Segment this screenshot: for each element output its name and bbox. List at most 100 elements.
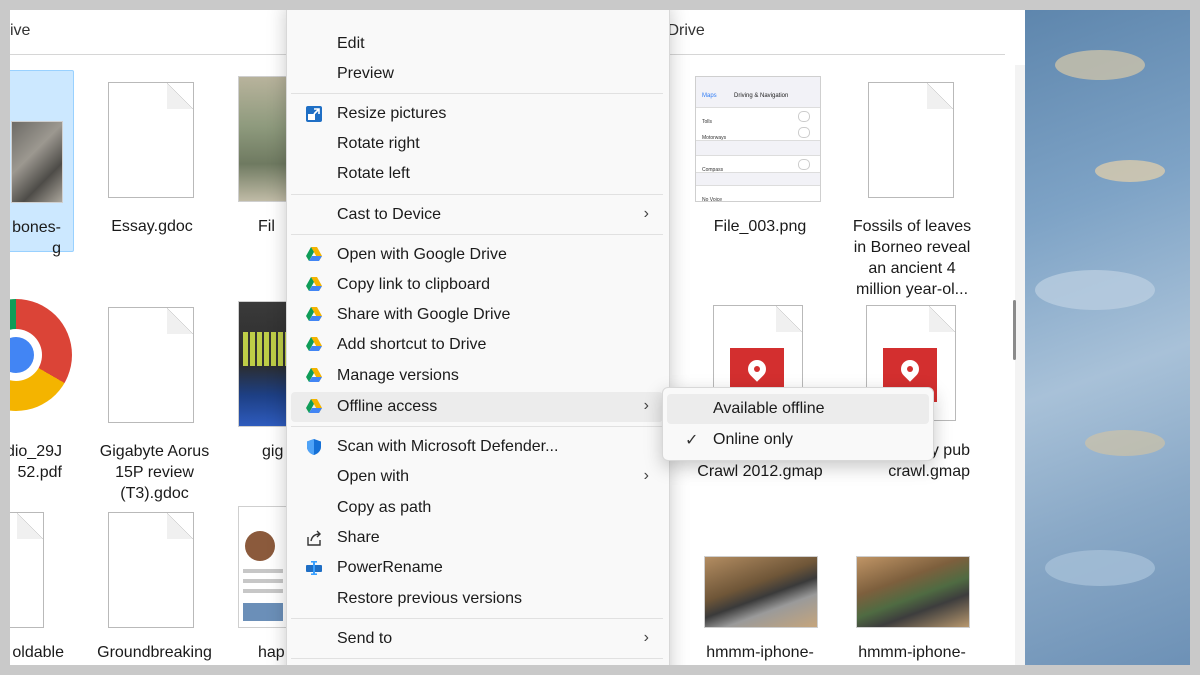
menu-separator [291, 658, 663, 659]
menu-item-preview[interactable]: Preview [291, 59, 663, 89]
menu-item-open-with[interactable]: Open with › [291, 462, 663, 492]
google-drive-icon [305, 246, 323, 264]
thumb-row: Motorways [702, 135, 727, 141]
doc-icon [108, 307, 194, 423]
thumb-row: Compass [702, 167, 724, 173]
checkmark-icon: ✓ [685, 432, 699, 449]
desktop-wallpaper [1025, 10, 1190, 665]
file-name: oldable he [12, 644, 64, 661]
menu-item-copy-as-path[interactable]: Copy as path [291, 493, 663, 523]
thumb-row: No Voice [702, 197, 723, 202]
google-drive-icon [305, 336, 323, 354]
menu-item-label: Open with [337, 468, 410, 485]
chevron-right-icon: › [643, 397, 649, 414]
file-item[interactable]: Groundbreaking study provides [92, 500, 217, 665]
menu-item-label: Edit [337, 35, 365, 52]
menu-separator [291, 618, 663, 619]
file-item[interactable]: bones- g [10, 70, 74, 257]
offline-access-submenu: Available offline ✓ Online only [662, 387, 934, 461]
thumb-back-label: Maps [702, 93, 717, 99]
submenu-item-available-offline[interactable]: Available offline [667, 394, 929, 424]
file-item[interactable]: hmmm-iphone- 2.jpg [842, 500, 982, 665]
menu-item-label: Offline access [337, 398, 438, 415]
menu-item-label: Share [337, 529, 380, 546]
menu-item-cast-to-device[interactable]: Cast to Device › [291, 200, 663, 230]
menu-item-edit[interactable]: Edit [291, 29, 663, 59]
scrollbar-thumb[interactable] [1013, 300, 1016, 360]
file-item[interactable]: hmmm-iphone- 1.jpg [690, 500, 830, 665]
photo-thumbnail [11, 121, 63, 203]
file-item[interactable]: Fossils of leaves in Borneo reveal an an… [842, 70, 982, 300]
doc-icon [868, 82, 954, 198]
file-item[interactable]: Maps Driving & Navigation Tolls Motorway… [690, 70, 830, 250]
file-item[interactable]: Fil [230, 70, 288, 250]
file-name: hmmm-iphone- 2.jpg [858, 644, 966, 661]
menu-item-rotate-left[interactable]: Rotate left [291, 159, 663, 189]
file-item[interactable]: dio_29J 52.pdf [10, 295, 80, 495]
menu-separator [291, 194, 663, 195]
submenu-item-label: Online only [713, 431, 794, 448]
menu-item-send-to[interactable]: Send to › [291, 624, 663, 654]
chevron-right-icon: › [643, 205, 649, 222]
menu-item-powerrename[interactable]: PowerRename [291, 553, 663, 583]
file-name: dio_29J 52.pdf [10, 443, 62, 481]
menu-item-add-shortcut[interactable]: Add shortcut to Drive [291, 330, 663, 360]
menu-item-restore-previous-versions[interactable]: Restore previous versions [291, 584, 663, 614]
doc-icon [108, 512, 194, 628]
file-item[interactable]: gig [230, 295, 288, 475]
photo-thumbnail [238, 301, 288, 427]
file-item[interactable]: Essay.gdoc [92, 70, 212, 250]
powerrename-icon [305, 559, 323, 577]
photo-thumbnail [238, 506, 288, 628]
menu-item-label: Send to [337, 630, 393, 647]
vertical-scrollbar[interactable] [1015, 65, 1025, 665]
file-item[interactable]: Gigabyte Aorus 15P review (T3).gdoc [92, 295, 217, 505]
menu-item-copy-link[interactable]: Copy link to clipboard [291, 270, 663, 300]
menu-separator [291, 234, 663, 235]
menu-item-share-with-google-drive[interactable]: Share with Google Drive [291, 300, 663, 330]
file-name: File_003.png [713, 218, 807, 235]
file-item[interactable]: oldable he [10, 500, 80, 665]
menu-item-label: Resize pictures [337, 105, 447, 122]
menu-separator [291, 93, 663, 94]
menu-item-rotate-right[interactable]: Rotate right [291, 129, 663, 159]
file-name: hmmm-iphone- 1.jpg [706, 644, 814, 661]
photo-thumbnail [238, 76, 288, 202]
menu-item-label: Rotate right [337, 135, 420, 152]
google-drive-icon [305, 398, 323, 416]
thumb-title: Driving & Navigation [734, 93, 789, 99]
menu-item-manage-versions[interactable]: Manage versions [291, 361, 663, 391]
google-drive-icon [305, 367, 323, 385]
menu-item-label: Cast to Device [337, 206, 442, 223]
chevron-right-icon: › [643, 629, 649, 646]
file-item[interactable]: hap fre [230, 500, 288, 665]
menu-item-label: Copy link to clipboard [337, 276, 490, 293]
menu-item-offline-access[interactable]: Offline access › [291, 392, 663, 422]
menu-item-label: Scan with Microsoft Defender... [337, 438, 559, 455]
file-name: Groundbreaking study provides [97, 644, 212, 661]
menu-item-open-with-google-drive[interactable]: Open with Google Drive [291, 240, 663, 270]
menu-item-share[interactable]: Share [291, 523, 663, 553]
screenshot-frame: ive y Drive bones- g Essay.gdoc Fil Maps… [0, 0, 1200, 675]
menu-item-resize-pictures[interactable]: Resize pictures [291, 99, 663, 129]
photo-thumbnail [704, 556, 818, 628]
doc-icon [108, 82, 194, 198]
doc-icon [10, 512, 44, 628]
menu-item-label: Manage versions [337, 367, 459, 384]
file-name: Gigabyte Aorus 15P review (T3).gdoc [99, 443, 210, 502]
submenu-item-label: Available offline [713, 400, 825, 417]
menu-item-label: Share with Google Drive [337, 306, 511, 323]
submenu-item-online-only[interactable]: ✓ Online only [667, 425, 929, 455]
image-resizer-icon [305, 105, 323, 123]
menu-item-label: Add shortcut to Drive [337, 336, 487, 353]
menu-item-label: Copy as path [337, 499, 432, 516]
menu-item-label: Open with Google Drive [337, 246, 507, 263]
chevron-right-icon: › [643, 467, 649, 484]
file-explorer-window: ive y Drive bones- g Essay.gdoc Fil Maps… [10, 10, 1025, 665]
menu-item-scan-defender[interactable]: Scan with Microsoft Defender... [291, 432, 663, 462]
screenshot-thumbnail: Maps Driving & Navigation Tolls Motorway… [695, 76, 821, 202]
menu-separator [291, 426, 663, 427]
file-name: bones- g [12, 219, 61, 257]
google-drive-icon [305, 306, 323, 324]
context-menu: Edit Preview Resize pictures Rotate righ… [286, 10, 670, 665]
